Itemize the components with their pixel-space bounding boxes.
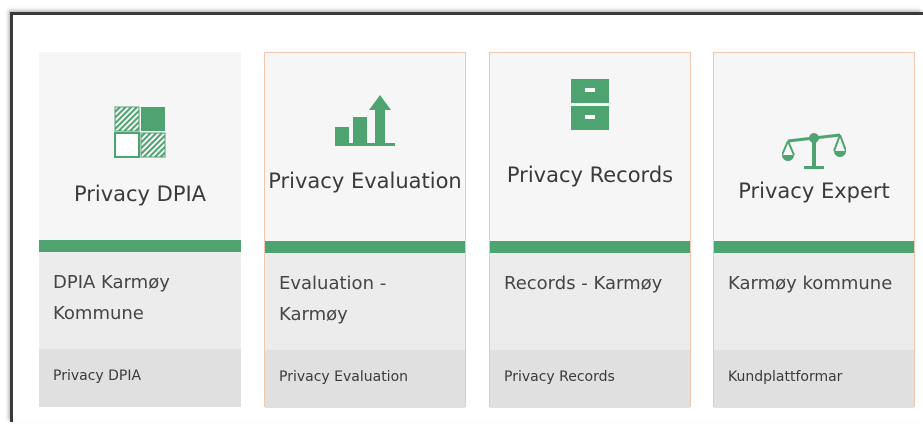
card-footer: Privacy Evaluation — [265, 350, 465, 408]
card-subtitle: Records - Karmøy — [490, 253, 690, 350]
card-privacy-dpia[interactable]: Privacy DPIA DPIA Karmøy Kommune Privacy… — [39, 52, 241, 407]
card-title: Privacy DPIA — [73, 182, 207, 206]
card-header: Privacy Records — [490, 53, 690, 241]
scales-icon — [782, 133, 846, 169]
card-accent-bar — [265, 241, 465, 253]
card-subtitle: Karmøy kommune — [714, 253, 914, 350]
card-subtitle: DPIA Karmøy Kommune — [39, 252, 241, 349]
dpia-grid-icon — [114, 106, 166, 158]
card-footer: Kundplattformar — [714, 350, 914, 408]
card-accent-bar — [39, 240, 241, 252]
bar-chart-arrow-icon — [335, 95, 395, 146]
card-header: Privacy Evaluation — [265, 53, 465, 241]
card-privacy-evaluation[interactable]: Privacy Evaluation Evaluation - Karmøy P… — [264, 52, 466, 408]
card-footer: Privacy DPIA — [39, 349, 241, 407]
card-accent-bar — [714, 241, 914, 253]
card-accent-bar — [490, 241, 690, 253]
card-header: Privacy DPIA — [39, 52, 241, 240]
card-header: Privacy Expert — [714, 53, 914, 241]
card-privacy-records[interactable]: Privacy Records Records - Karmøy Privacy… — [489, 52, 691, 408]
filing-cabinet-icon — [571, 79, 609, 130]
card-title: Privacy Evaluation — [268, 169, 462, 193]
card-footer: Privacy Records — [490, 350, 690, 408]
card-privacy-expert[interactable]: Privacy Expert Karmøy kommune Kundplattf… — [713, 52, 915, 408]
card-title: Privacy Records — [506, 163, 674, 187]
card-subtitle: Evaluation - Karmøy — [265, 253, 465, 350]
card-title: Privacy Expert — [738, 179, 890, 203]
